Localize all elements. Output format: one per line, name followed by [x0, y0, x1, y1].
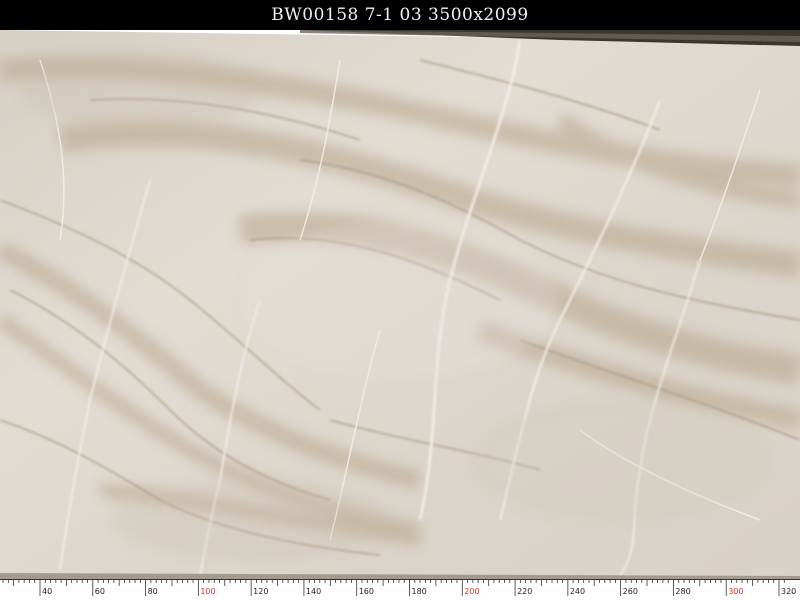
ruler-label: 80: [148, 587, 158, 596]
ruler-label: 320: [781, 587, 796, 596]
ruler-scale: 40 60 80 100 120 140 160 180 200 220 240 260 280 300 3…: [0, 579, 800, 596]
ruler-label: 200: [464, 587, 479, 596]
ruler-label: 240: [570, 587, 585, 596]
ruler-label: 100: [200, 587, 215, 596]
ruler-label: 260: [623, 587, 638, 596]
ruler-label: 60: [95, 587, 105, 596]
ruler-label: 180: [412, 587, 427, 596]
ruler-label: 120: [253, 587, 268, 596]
ruler-label: 220: [517, 587, 532, 596]
ruler-label: 280: [675, 587, 690, 596]
measurement-ruler: 40 60 80 100 120 140 160 180 200 220 240 260 280 300 3…: [0, 579, 800, 600]
header-bar: BW00158 7-1 03 3500x2099: [0, 0, 800, 30]
ruler-label: 40: [42, 587, 52, 596]
ruler-label: 300: [728, 587, 743, 596]
slab-title: BW00158 7-1 03 3500x2099: [271, 5, 529, 25]
slab-image: [0, 30, 800, 580]
ruler-labels: 40 60 80 100 120 140 160 180 200 220 240 260 280 300 3…: [42, 587, 796, 596]
ruler-label: 160: [359, 587, 374, 596]
ruler-label: 140: [306, 587, 321, 596]
ruler-ticks: [2, 580, 785, 596]
slab-viewer: BW00158 7-1 03 3500x2099 40 60 80 100 120 140…: [0, 0, 800, 600]
